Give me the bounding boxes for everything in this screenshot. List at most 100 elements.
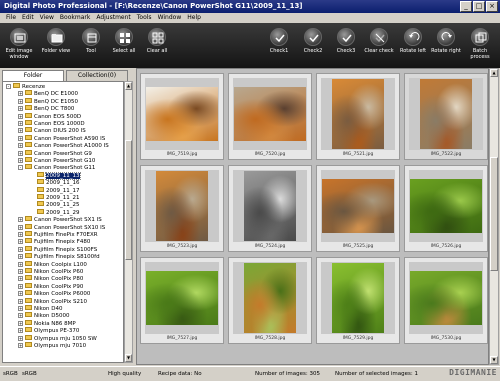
thumbnail-card[interactable]: IMG_7525.jpg xyxy=(316,165,400,252)
folder-view-button[interactable]: Folder view xyxy=(39,26,73,66)
collapse-icon[interactable]: - xyxy=(18,165,23,171)
batch-process-button[interactable]: Batch process xyxy=(463,26,497,66)
folder-tree-item[interactable]: 2009_11_29 xyxy=(30,208,80,217)
expand-icon[interactable]: + xyxy=(18,276,23,282)
folder-tree-item[interactable]: + Olympus mju 1050 SW xyxy=(18,334,97,343)
tab-collection[interactable]: Collection(0) xyxy=(66,70,128,81)
expand-icon[interactable]: + xyxy=(18,143,23,149)
scrollbar-thumb[interactable] xyxy=(490,157,498,271)
expand-icon[interactable]: + xyxy=(18,98,23,104)
expand-icon[interactable]: + xyxy=(18,91,23,97)
tool-button[interactable]: Tool xyxy=(74,26,108,66)
folder-tree-item[interactable]: + Canon PowerShot SX10 IS xyxy=(18,223,105,232)
folder-tree-item[interactable]: + Nikon CoolPix S210 xyxy=(18,297,87,306)
folder-tree-item[interactable]: - Recenze xyxy=(6,83,45,91)
menu-window[interactable]: Window xyxy=(155,13,185,23)
check1-button[interactable]: Check1 xyxy=(262,26,296,66)
expand-icon[interactable]: + xyxy=(18,269,23,274)
expand-icon[interactable]: + xyxy=(18,239,23,245)
folder-tree-item[interactable]: + Fujifilm FinePix F70EXR xyxy=(18,231,98,239)
folder-tree-item[interactable]: 2009_11_13 xyxy=(30,171,81,180)
thumbnail-card[interactable]: IMG_7528.jpg xyxy=(228,257,312,344)
thumbnail-card[interactable]: IMG_7529.jpg xyxy=(316,257,400,344)
folder-tree-item[interactable]: + Fujifilm Finepix S8100fd xyxy=(18,253,100,261)
folder-tree-item[interactable]: + Nikon CoolPix P6000 xyxy=(18,290,90,298)
expand-icon[interactable]: + xyxy=(18,128,23,134)
expand-icon[interactable]: + xyxy=(18,246,23,252)
thumbnail-card[interactable]: IMG_7526.jpg xyxy=(404,165,488,252)
folder-tree-scrollbar[interactable]: ▲ ▼ xyxy=(124,81,133,363)
scroll-up-arrow-icon[interactable]: ▲ xyxy=(490,69,498,77)
folder-tree-item[interactable]: + Canon PowerShot A590 IS xyxy=(18,134,105,143)
folder-tree-item[interactable]: + Canon EOS 500D xyxy=(18,112,81,121)
folder-tree-item[interactable]: + Nikon D40 xyxy=(18,305,62,313)
expand-icon[interactable]: + xyxy=(18,106,23,112)
scroll-up-arrow-icon[interactable]: ▲ xyxy=(125,82,132,90)
expand-icon[interactable]: + xyxy=(18,121,23,126)
menu-file[interactable]: File xyxy=(3,13,19,23)
expand-icon[interactable]: + xyxy=(18,313,23,319)
expand-icon[interactable]: + xyxy=(18,150,23,156)
scroll-down-arrow-icon[interactable]: ▼ xyxy=(490,356,498,364)
folder-tree-item[interactable]: + BenQ DC E1000 xyxy=(18,90,78,98)
menu-help[interactable]: Help xyxy=(184,13,204,23)
folder-tree-item[interactable]: + Nikon D5000 xyxy=(18,312,69,320)
expand-icon[interactable]: + xyxy=(18,224,23,230)
folder-tree-item[interactable]: + Nikon CoolPix P60 xyxy=(18,268,83,276)
folder-tree-item[interactable]: + Fujifilm Finepix S100FS xyxy=(18,245,97,254)
expand-icon[interactable]: + xyxy=(18,306,23,311)
expand-icon[interactable]: + xyxy=(18,343,23,348)
folder-tree-item[interactable]: + Canon PowerShot G9 xyxy=(18,149,92,158)
folder-tree-item[interactable]: + BenQ DC T800 xyxy=(18,105,74,113)
menu-view[interactable]: View xyxy=(37,13,57,23)
expand-icon[interactable]: + xyxy=(18,335,23,341)
folder-tree-item[interactable]: + Nikon Coolpix L100 xyxy=(18,260,87,269)
folder-tree-item[interactable]: - Canon PowerShot G11 xyxy=(18,164,95,172)
rotate-left-button[interactable]: Rotate left xyxy=(396,26,430,66)
folder-tree-item[interactable]: 2009_11_17 xyxy=(30,186,80,195)
check2-button[interactable]: Check2 xyxy=(296,26,330,66)
thumbnail-card[interactable]: IMG_7523.jpg xyxy=(140,165,224,252)
collapse-icon[interactable]: - xyxy=(6,84,11,89)
folder-tree-item[interactable]: 2009_11_16 xyxy=(30,179,80,187)
folder-tree-item[interactable]: + Nikon CoolPix P80 xyxy=(18,275,83,283)
scrollbar-thumb[interactable] xyxy=(125,140,132,260)
expand-icon[interactable]: + xyxy=(18,328,23,334)
menu-edit[interactable]: Edit xyxy=(19,13,37,23)
folder-tree-item[interactable]: 2009_11_25 xyxy=(30,201,80,209)
thumbnail-card[interactable]: IMG_7520.jpg xyxy=(228,73,312,160)
check3-button[interactable]: Check3 xyxy=(329,26,363,66)
folder-tree-item[interactable]: + Fujifilm Finepix F480 xyxy=(18,238,90,246)
expand-icon[interactable]: + xyxy=(18,320,23,326)
clear-all-button[interactable]: Clear all xyxy=(140,26,174,66)
folder-tree-item[interactable]: + Olympus PE-370 xyxy=(18,327,79,335)
expand-icon[interactable]: + xyxy=(18,291,23,297)
expand-icon[interactable]: + xyxy=(18,135,23,141)
thumbnail-card[interactable]: IMG_7519.jpg xyxy=(140,73,224,160)
expand-icon[interactable]: + xyxy=(18,217,23,223)
folder-tree-item[interactable]: + Canon PowerShot A1000 IS xyxy=(18,142,109,150)
close-button[interactable]: × xyxy=(486,1,498,12)
expand-icon[interactable]: + xyxy=(18,283,23,289)
folder-tree-item[interactable]: 2009_11_21 xyxy=(30,194,80,202)
folder-tree-item[interactable]: + Nokia N86 8MP xyxy=(18,319,76,328)
folder-tree-item[interactable]: + Nikon CoolPix P90 xyxy=(18,282,83,291)
select-all-button[interactable]: Select all xyxy=(107,26,141,66)
expand-icon[interactable]: + xyxy=(18,232,23,237)
expand-icon[interactable]: + xyxy=(18,158,23,163)
expand-icon[interactable]: + xyxy=(18,298,23,304)
thumbnail-grid-scrollbar[interactable]: ▲ ▼ xyxy=(489,68,499,365)
clear-check-button[interactable]: Clear check xyxy=(362,26,396,66)
expand-icon[interactable]: + xyxy=(18,254,23,260)
expand-icon[interactable]: + xyxy=(18,261,23,267)
menu-bookmark[interactable]: Bookmark xyxy=(57,13,93,23)
minimize-button[interactable]: _ xyxy=(460,1,472,12)
menu-adjustment[interactable]: Adjustment xyxy=(93,13,133,23)
folder-tree-item[interactable]: + Canon DIUS 200 IS xyxy=(18,127,86,135)
thumbnail-card[interactable]: IMG_7524.jpg xyxy=(228,165,312,252)
thumbnail-card[interactable]: IMG_7527.jpg xyxy=(140,257,224,344)
expand-icon[interactable]: + xyxy=(18,113,23,119)
folder-tree-item[interactable]: + Olympus mju 7010 xyxy=(18,342,86,350)
scroll-down-arrow-icon[interactable]: ▼ xyxy=(125,354,132,362)
thumbnail-card[interactable]: IMG_7522.jpg xyxy=(404,73,488,160)
